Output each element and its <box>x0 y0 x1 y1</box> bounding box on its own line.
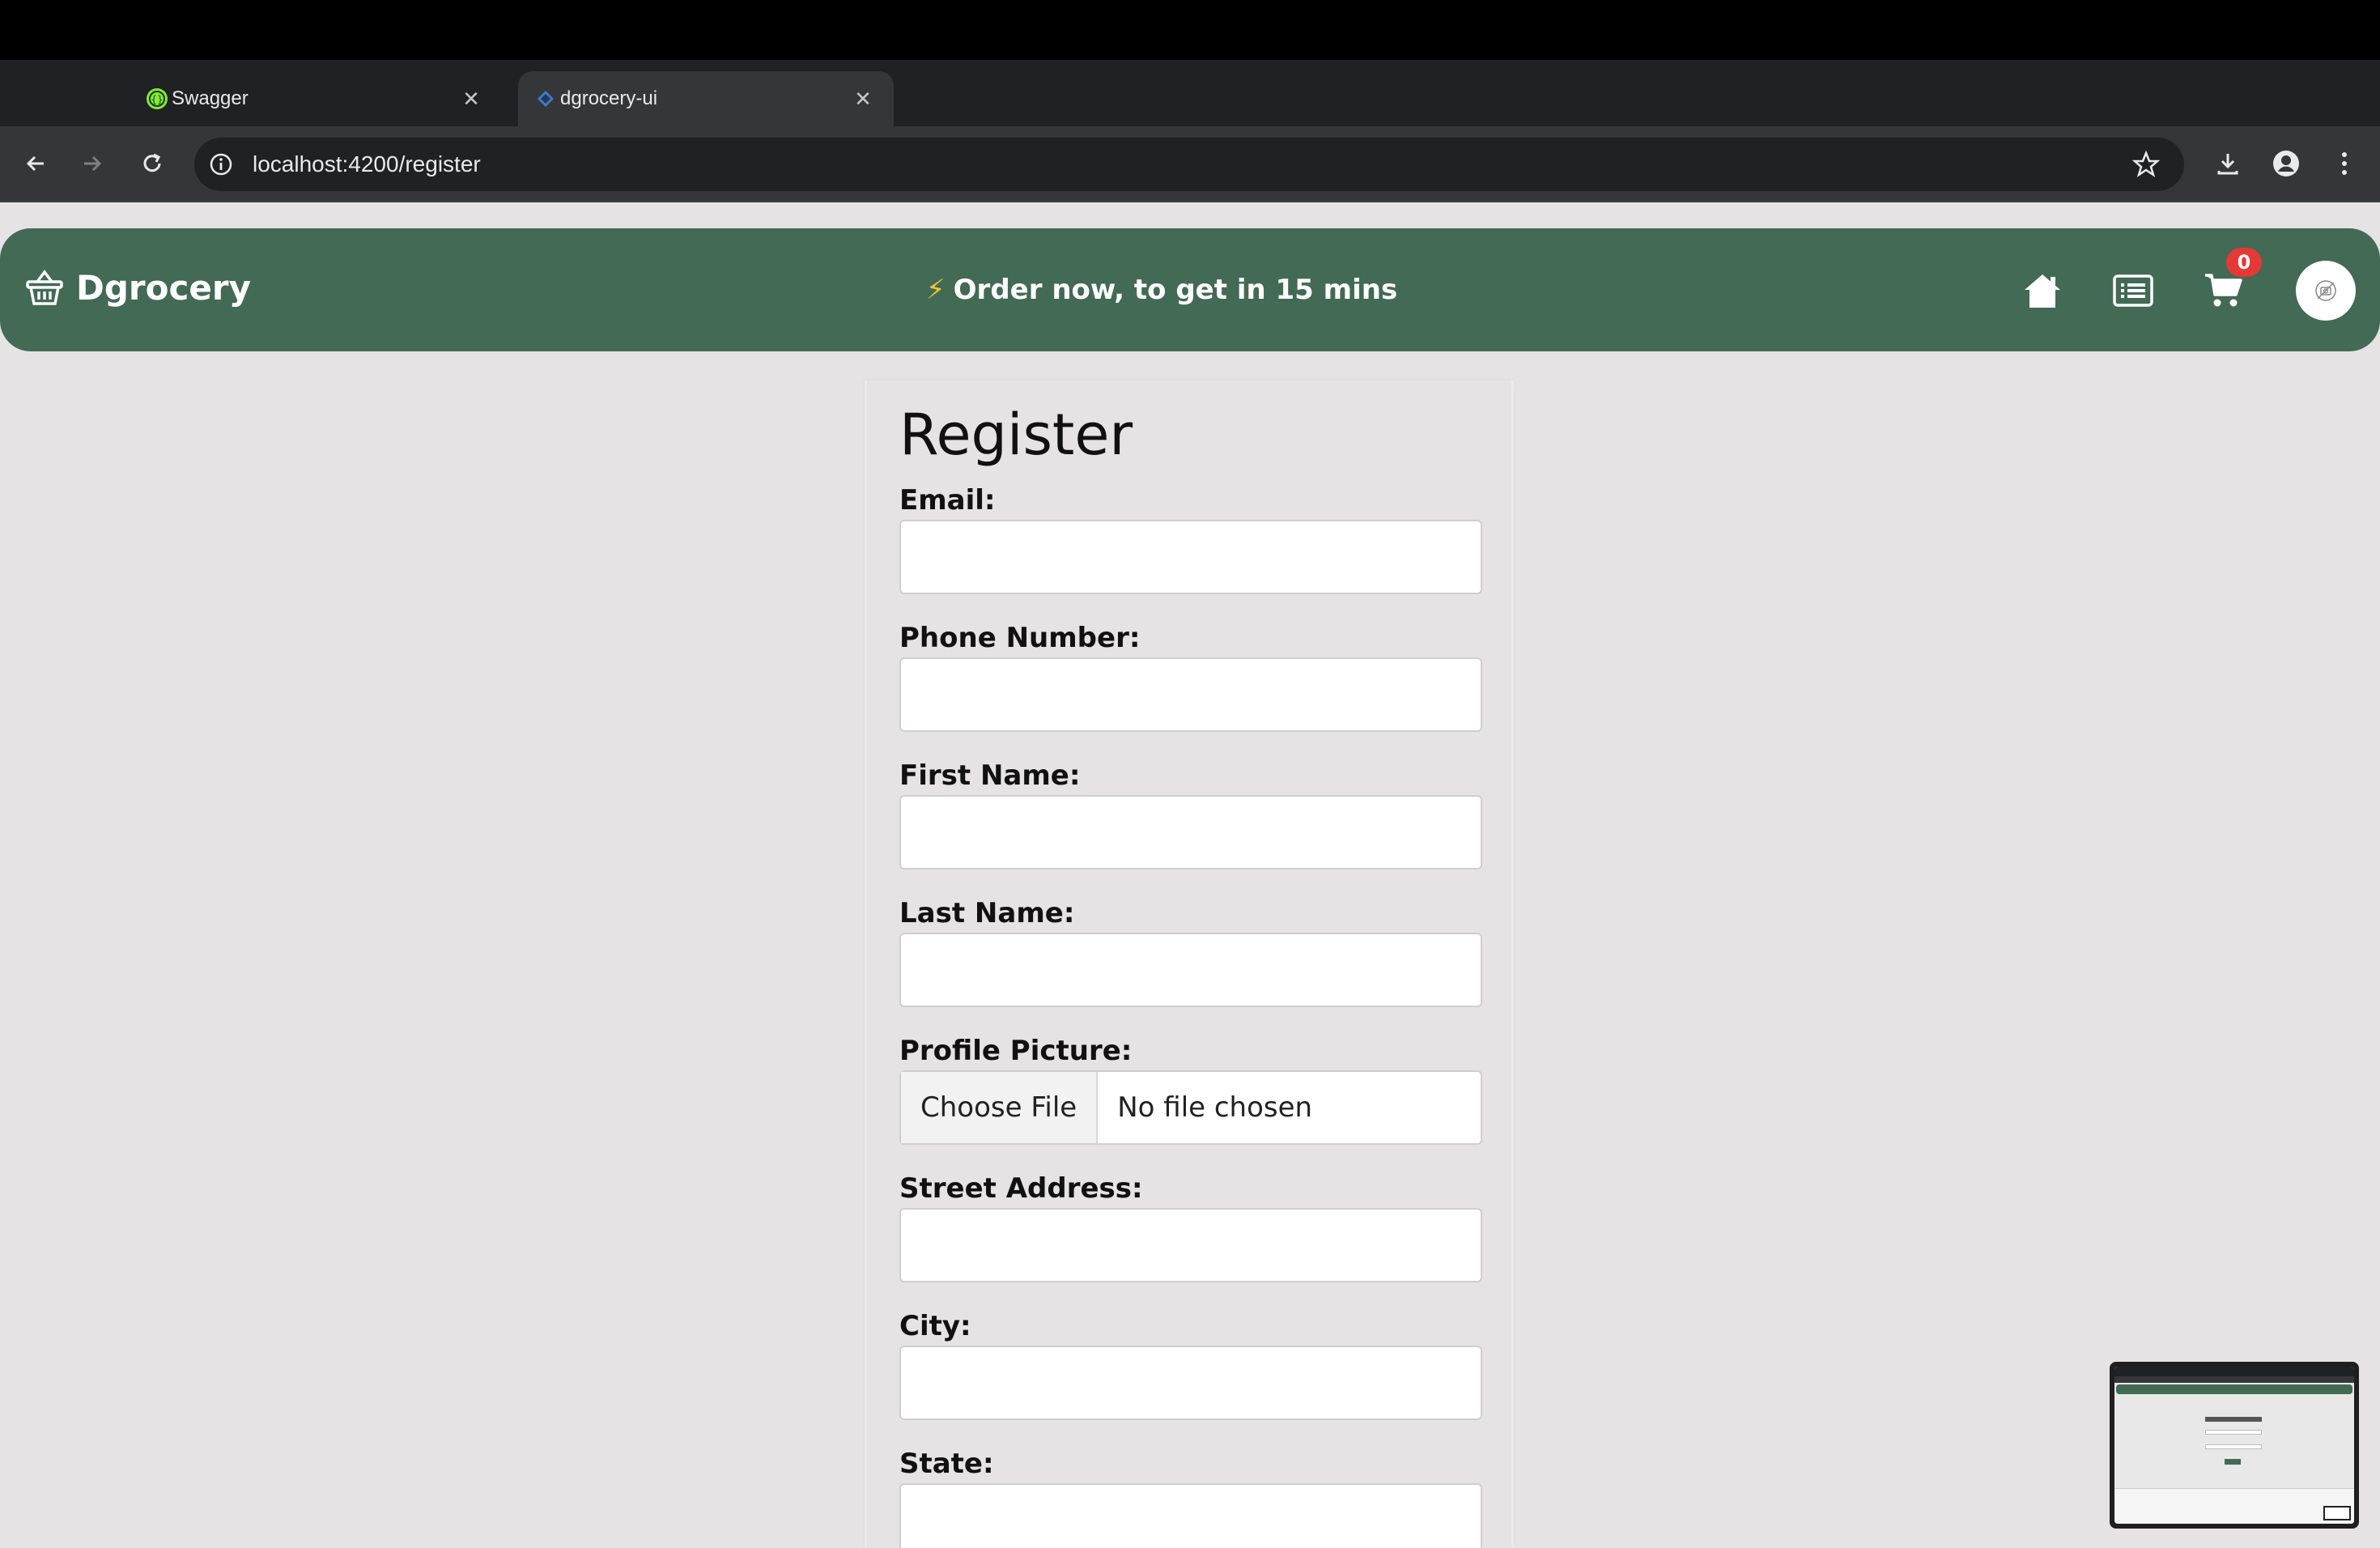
close-tab-icon[interactable]: ✕ <box>852 87 874 111</box>
forward-button[interactable] <box>73 144 112 183</box>
account-icon <box>2273 151 2299 176</box>
last-name-label: Last Name: <box>899 897 1075 929</box>
tab-dgrocery-ui[interactable]: dgrocery-ui ✕ <box>518 71 894 126</box>
tab-swagger[interactable]: {} Swagger ✕ <box>130 71 502 126</box>
reload-icon <box>143 153 161 172</box>
file-status-text: No file chosen <box>1117 1091 1313 1124</box>
phone-field[interactable] <box>899 657 1482 732</box>
profile-picture-input[interactable]: Choose File No file chosen <box>899 1070 1482 1145</box>
url-text: localhost:4200/register <box>253 151 481 176</box>
state-field[interactable] <box>899 1483 1482 1548</box>
orders-list-icon <box>2113 274 2153 307</box>
state-label: State: <box>899 1448 994 1480</box>
cart-icon <box>2205 274 2242 307</box>
phone-label: Phone Number: <box>899 622 1141 654</box>
screenshot-thumbnail[interactable] <box>2110 1362 2359 1529</box>
avatar-placeholder-icon <box>2315 280 2336 301</box>
city-label: City: <box>899 1310 971 1342</box>
profile-button[interactable] <box>2267 144 2306 183</box>
reload-button[interactable] <box>133 144 172 183</box>
app-header: Dgrocery ⚡ Order now, to get in 15 mins 0 <box>0 228 2380 351</box>
bookmark-star-icon[interactable] <box>2131 149 2161 180</box>
browser-menu-button[interactable] <box>2325 144 2364 183</box>
email-field[interactable] <box>899 520 1482 594</box>
tab-strip: {} Swagger ✕ dgrocery-ui ✕ + <box>0 60 2380 173</box>
register-card: Register Email: Phone Number: First Name… <box>865 381 1514 1548</box>
close-tab-icon[interactable]: ✕ <box>460 87 482 111</box>
promo-banner: ⚡ Order now, to get in 15 mins <box>0 274 2323 306</box>
lightning-icon: ⚡ <box>925 274 946 306</box>
os-top-bar <box>0 0 2380 60</box>
tab-title: Swagger <box>172 87 249 109</box>
orders-button[interactable] <box>2108 266 2158 316</box>
home-button[interactable] <box>2017 266 2068 316</box>
back-arrow-icon <box>26 155 44 172</box>
profile-picture-label: Profile Picture: <box>899 1035 1133 1067</box>
last-name-field[interactable] <box>899 933 1482 1007</box>
download-icon <box>2217 154 2238 175</box>
angular-favicon-icon <box>534 87 557 110</box>
cart-count-badge: 0 <box>2226 248 2262 277</box>
tab-title: dgrocery-ui <box>560 87 658 109</box>
forward-arrow-icon <box>84 155 102 172</box>
promo-text: Order now, to get in 15 mins <box>953 274 1398 306</box>
toolbar-divider <box>0 201 2380 202</box>
choose-file-button[interactable]: Choose File <box>901 1072 1099 1143</box>
kebab-menu-icon <box>2342 152 2347 175</box>
address-bar[interactable]: localhost:4200/register <box>194 138 2184 191</box>
email-label: Email: <box>899 484 996 517</box>
city-field[interactable] <box>899 1346 1482 1420</box>
swagger-favicon-icon: {} <box>146 87 168 110</box>
street-address-field[interactable] <box>899 1208 1482 1282</box>
profile-avatar[interactable] <box>2296 261 2356 321</box>
street-address-label: Street Address: <box>899 1172 1143 1205</box>
home-icon <box>2025 274 2060 308</box>
back-button[interactable] <box>16 144 55 183</box>
svg-text:{}: {} <box>151 94 163 105</box>
site-info-icon[interactable] <box>206 149 236 180</box>
thumbnail-preview-image <box>2114 1367 2354 1524</box>
page-title: Register <box>899 402 1133 468</box>
browser-toolbar: localhost:4200/register <box>0 126 2380 201</box>
first-name-label: First Name: <box>899 759 1081 792</box>
downloads-button[interactable] <box>2208 144 2247 183</box>
first-name-field[interactable] <box>899 795 1482 870</box>
